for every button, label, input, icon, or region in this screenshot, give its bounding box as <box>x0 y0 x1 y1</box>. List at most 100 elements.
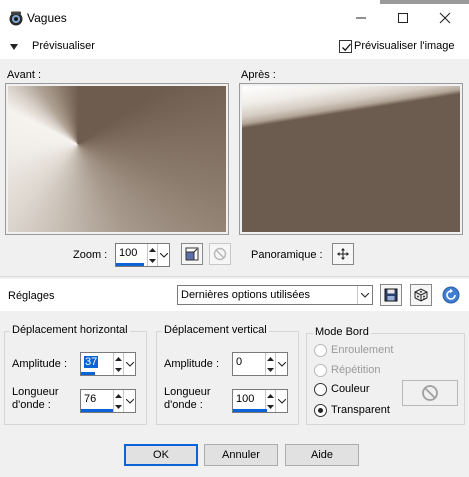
radio-color-label[interactable]: Couleur <box>331 383 370 395</box>
save-preset-button[interactable] <box>380 284 402 306</box>
h-amplitude-slider-bar[interactable] <box>81 372 95 375</box>
reset-button[interactable] <box>440 284 462 306</box>
presets-dropdown[interactable]: Dernières options utilisées <box>177 285 373 305</box>
v-wavelength-label-line2: d'onde : <box>164 399 203 411</box>
v-wavelength-label-line1: Longueur <box>164 386 211 398</box>
close-icon <box>439 12 451 24</box>
app-icon <box>8 10 24 26</box>
zoom-spinner[interactable]: 100 <box>115 243 170 267</box>
move-arrows-icon <box>337 248 349 260</box>
h-wavelength-slider-bar[interactable] <box>81 409 113 412</box>
zoom-value: 100 <box>119 247 138 259</box>
preview-image-label[interactable]: Prévisualiser l'image <box>354 40 455 52</box>
h-wavelength-spinner[interactable]: 76 <box>80 389 136 413</box>
pan-lock-button[interactable] <box>209 243 231 265</box>
spin-down-icon[interactable] <box>266 401 275 412</box>
collapse-triangle-icon[interactable] <box>10 44 18 50</box>
radio-repeat-label[interactable]: Répétition <box>331 364 381 376</box>
v-wavelength-value: 100 <box>236 393 255 405</box>
v-amplitude-field[interactable]: 0 <box>233 353 265 375</box>
close-button[interactable] <box>427 6 463 30</box>
no-color-icon <box>422 385 438 401</box>
h-amplitude-arrows[interactable] <box>113 353 123 375</box>
cancel-button[interactable]: Annuler <box>204 444 278 466</box>
edge-mode-title: Mode Bord <box>313 326 371 338</box>
dice-random-icon <box>414 288 428 302</box>
presets-label: Réglages <box>8 290 55 302</box>
presets-value: Dernières options utilisées <box>181 289 311 301</box>
spin-down-icon[interactable] <box>266 364 275 375</box>
h-amplitude-spinner[interactable]: 37 <box>80 352 136 376</box>
maximize-button[interactable] <box>385 6 421 30</box>
chevron-down-icon[interactable] <box>123 353 135 375</box>
h-wavelength-field[interactable]: 76 <box>81 390 113 412</box>
preview-collapse-label[interactable]: Prévisualiser <box>32 40 95 52</box>
minimize-icon <box>356 17 366 19</box>
v-amplitude-arrows[interactable] <box>265 353 275 375</box>
v-amplitude-label: Amplitude : <box>164 358 220 370</box>
spin-down-icon[interactable] <box>148 255 157 266</box>
after-preview-image <box>242 86 460 232</box>
chevron-down-icon[interactable] <box>157 244 169 266</box>
spin-up-icon[interactable] <box>266 390 275 401</box>
h-amplitude-field[interactable]: 37 <box>81 353 113 375</box>
radio-wrap-label[interactable]: Enroulement <box>331 344 393 356</box>
pan-label: Panoramique : <box>251 249 323 261</box>
v-wavelength-label: Longueur d'onde : <box>164 386 211 412</box>
no-entry-icon <box>213 247 227 261</box>
preview-image-checkbox[interactable] <box>339 40 352 53</box>
zoom-label: Zoom : <box>73 249 108 261</box>
radio-transparent[interactable] <box>314 404 327 417</box>
spin-down-icon[interactable] <box>114 364 123 375</box>
radio-wrap[interactable] <box>314 344 327 357</box>
v-wavelength-field[interactable]: 100 <box>233 390 267 412</box>
h-wavelength-label: Longueur d'onde : <box>12 386 59 412</box>
h-amplitude-label: Amplitude : <box>12 358 68 370</box>
after-label: Après : <box>241 69 276 81</box>
background-strip <box>380 0 469 4</box>
horizontal-displacement-title: Déplacement horizontal <box>10 324 130 336</box>
radio-repeat[interactable] <box>314 364 327 377</box>
vertical-displacement-title: Déplacement vertical <box>162 324 269 336</box>
h-wavelength-label-line1: Longueur <box>12 386 59 398</box>
maximize-icon <box>398 13 408 23</box>
before-preview-image <box>8 86 226 232</box>
v-wavelength-spinner[interactable]: 100 <box>232 389 288 413</box>
spin-up-icon[interactable] <box>266 353 275 364</box>
spin-up-icon[interactable] <box>114 353 123 364</box>
spin-up-icon[interactable] <box>148 244 157 255</box>
before-preview[interactable] <box>5 83 229 235</box>
radio-color[interactable] <box>314 383 327 396</box>
radio-transparent-label[interactable]: Transparent <box>331 404 390 416</box>
chevron-down-icon[interactable] <box>275 353 287 375</box>
before-label: Avant : <box>7 69 42 81</box>
zoom-fit-icon <box>185 247 199 261</box>
minimize-button[interactable] <box>343 6 379 30</box>
save-icon <box>384 288 398 302</box>
ok-button[interactable]: OK <box>124 444 198 466</box>
zoom-value-field[interactable]: 100 <box>116 244 147 266</box>
zoom-fit-button[interactable] <box>181 243 203 265</box>
h-wavelength-arrows[interactable] <box>113 390 123 412</box>
h-wavelength-value: 76 <box>84 393 97 405</box>
checkmark-icon <box>342 43 351 52</box>
randomize-button[interactable] <box>410 284 432 306</box>
chevron-down-icon[interactable] <box>357 286 372 304</box>
zoom-slider-bar[interactable] <box>116 263 144 266</box>
after-preview[interactable] <box>239 83 463 235</box>
h-wavelength-label-line2: d'onde : <box>12 399 51 411</box>
help-button[interactable]: Aide <box>285 444 359 466</box>
edge-color-swatch[interactable] <box>402 380 458 406</box>
spin-down-icon[interactable] <box>114 401 123 412</box>
h-amplitude-value: 37 <box>84 356 99 368</box>
zoom-arrows[interactable] <box>147 244 157 266</box>
chevron-down-icon[interactable] <box>123 390 135 412</box>
reset-icon <box>442 286 460 304</box>
v-amplitude-value: 0 <box>236 356 243 368</box>
chevron-down-icon[interactable] <box>275 390 287 412</box>
spin-up-icon[interactable] <box>114 390 123 401</box>
divider <box>0 276 469 277</box>
v-amplitude-spinner[interactable]: 0 <box>232 352 288 376</box>
pan-button[interactable] <box>332 243 354 265</box>
v-wavelength-slider-bar[interactable] <box>233 409 267 412</box>
